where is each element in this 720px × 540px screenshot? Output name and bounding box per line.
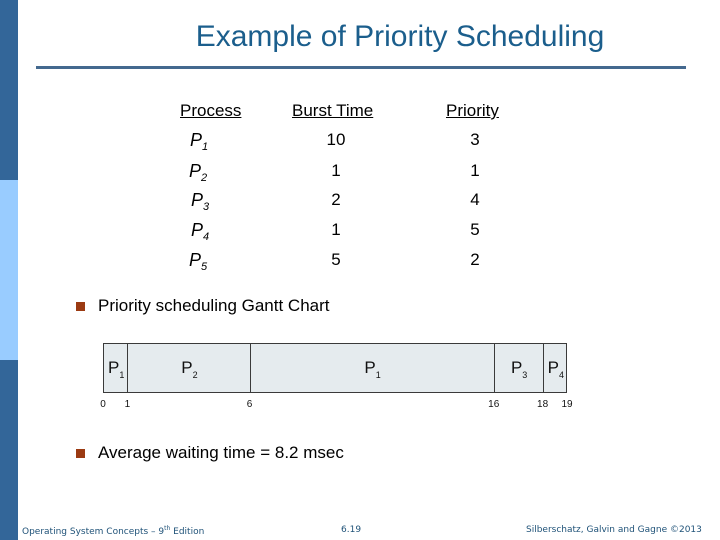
gantt-chart: P1 P2 P1 P3 P4	[103, 343, 567, 393]
process-name-cell: P2	[189, 161, 207, 184]
footer-book-title: Operating System Concepts – 9th Edition	[22, 525, 204, 537]
bullet-average-waiting: Average waiting time = 8.2 msec	[76, 443, 344, 463]
slide-title: Example of Priority Scheduling	[195, 20, 605, 53]
burst-time-cell: 1	[331, 220, 341, 239]
gantt-block-label: P4	[548, 358, 564, 380]
gantt-process-letter: P	[547, 358, 559, 377]
bullet-gantt-heading: Priority scheduling Gantt Chart	[76, 296, 330, 316]
gantt-block: P4	[542, 343, 567, 393]
gantt-process-letter: P	[108, 358, 120, 377]
footer-edition: Edition	[170, 527, 205, 537]
process-letter: P	[191, 220, 204, 240]
gantt-process-index: 3	[522, 370, 528, 380]
process-letter: P	[189, 161, 202, 181]
gantt-block: P3	[493, 343, 543, 393]
gantt-tick-label: 16	[488, 399, 500, 410]
gantt-block-label: P2	[181, 358, 197, 380]
gantt-block-label: P1	[364, 358, 380, 380]
process-name-cell: P1	[190, 130, 208, 153]
footer-copyright: Silberschatz, Galvin and Gagne ©2013	[526, 525, 702, 535]
priority-cell: 3	[470, 130, 480, 149]
header-burst-time: Burst Time	[292, 101, 374, 120]
square-bullet-icon	[76, 302, 85, 311]
header-priority: Priority	[446, 101, 499, 120]
burst-time-cell: 10	[326, 130, 346, 149]
burst-time-cell: 1	[331, 161, 341, 180]
gantt-tick-label: 19	[561, 399, 573, 410]
square-bullet-icon	[76, 449, 85, 458]
gantt-process-index: 4	[558, 370, 564, 380]
footer-page-number: 6.19	[341, 525, 362, 535]
gantt-process-letter: P	[510, 358, 523, 377]
sidebar-segment-bottom	[0, 360, 18, 540]
process-name-cell: P3	[191, 190, 209, 213]
gantt-process-letter: P	[364, 358, 376, 377]
priority-cell: 4	[470, 190, 480, 209]
process-name-cell: P5	[189, 250, 207, 273]
gantt-block: P2	[127, 343, 250, 393]
header-process: Process	[180, 101, 242, 120]
process-letter: P	[189, 250, 202, 270]
process-name-cell: P4	[191, 220, 209, 243]
gantt-block-label: P3	[511, 358, 527, 380]
bullet-text: Average waiting time = 8.2 msec	[98, 443, 344, 462]
sidebar-decoration	[0, 0, 18, 540]
footer-book-name: Operating System Concepts – 9	[22, 527, 165, 537]
gantt-tick-label: 18	[537, 399, 549, 410]
burst-time-cell: 5	[331, 250, 341, 269]
gantt-tick-label: 1	[124, 399, 131, 410]
bullet-text: Priority scheduling Gantt Chart	[98, 296, 330, 315]
gantt-tick-label: 6	[246, 399, 253, 410]
burst-time-cell: 2	[331, 190, 341, 209]
gantt-block: P1	[103, 343, 128, 393]
process-index: 3	[203, 201, 210, 213]
process-index: 1	[202, 141, 209, 153]
process-letter: P	[190, 130, 203, 150]
gantt-tick-label: 0	[100, 399, 106, 410]
process-index: 2	[201, 172, 208, 184]
gantt-process-index: 1	[375, 370, 381, 380]
sidebar-segment-middle	[0, 180, 18, 360]
priority-cell: 5	[470, 220, 480, 239]
title-divider	[36, 66, 686, 69]
sidebar-segment-top	[0, 0, 18, 180]
process-index: 5	[201, 261, 208, 273]
gantt-process-letter: P	[181, 358, 193, 377]
gantt-block: P1	[249, 343, 494, 393]
priority-cell: 1	[470, 161, 480, 180]
process-index: 4	[203, 231, 210, 243]
process-letter: P	[191, 190, 204, 210]
gantt-process-index: 1	[119, 370, 125, 380]
priority-cell: 2	[470, 250, 480, 269]
gantt-process-index: 2	[192, 370, 198, 380]
gantt-block-label: P1	[108, 358, 124, 380]
